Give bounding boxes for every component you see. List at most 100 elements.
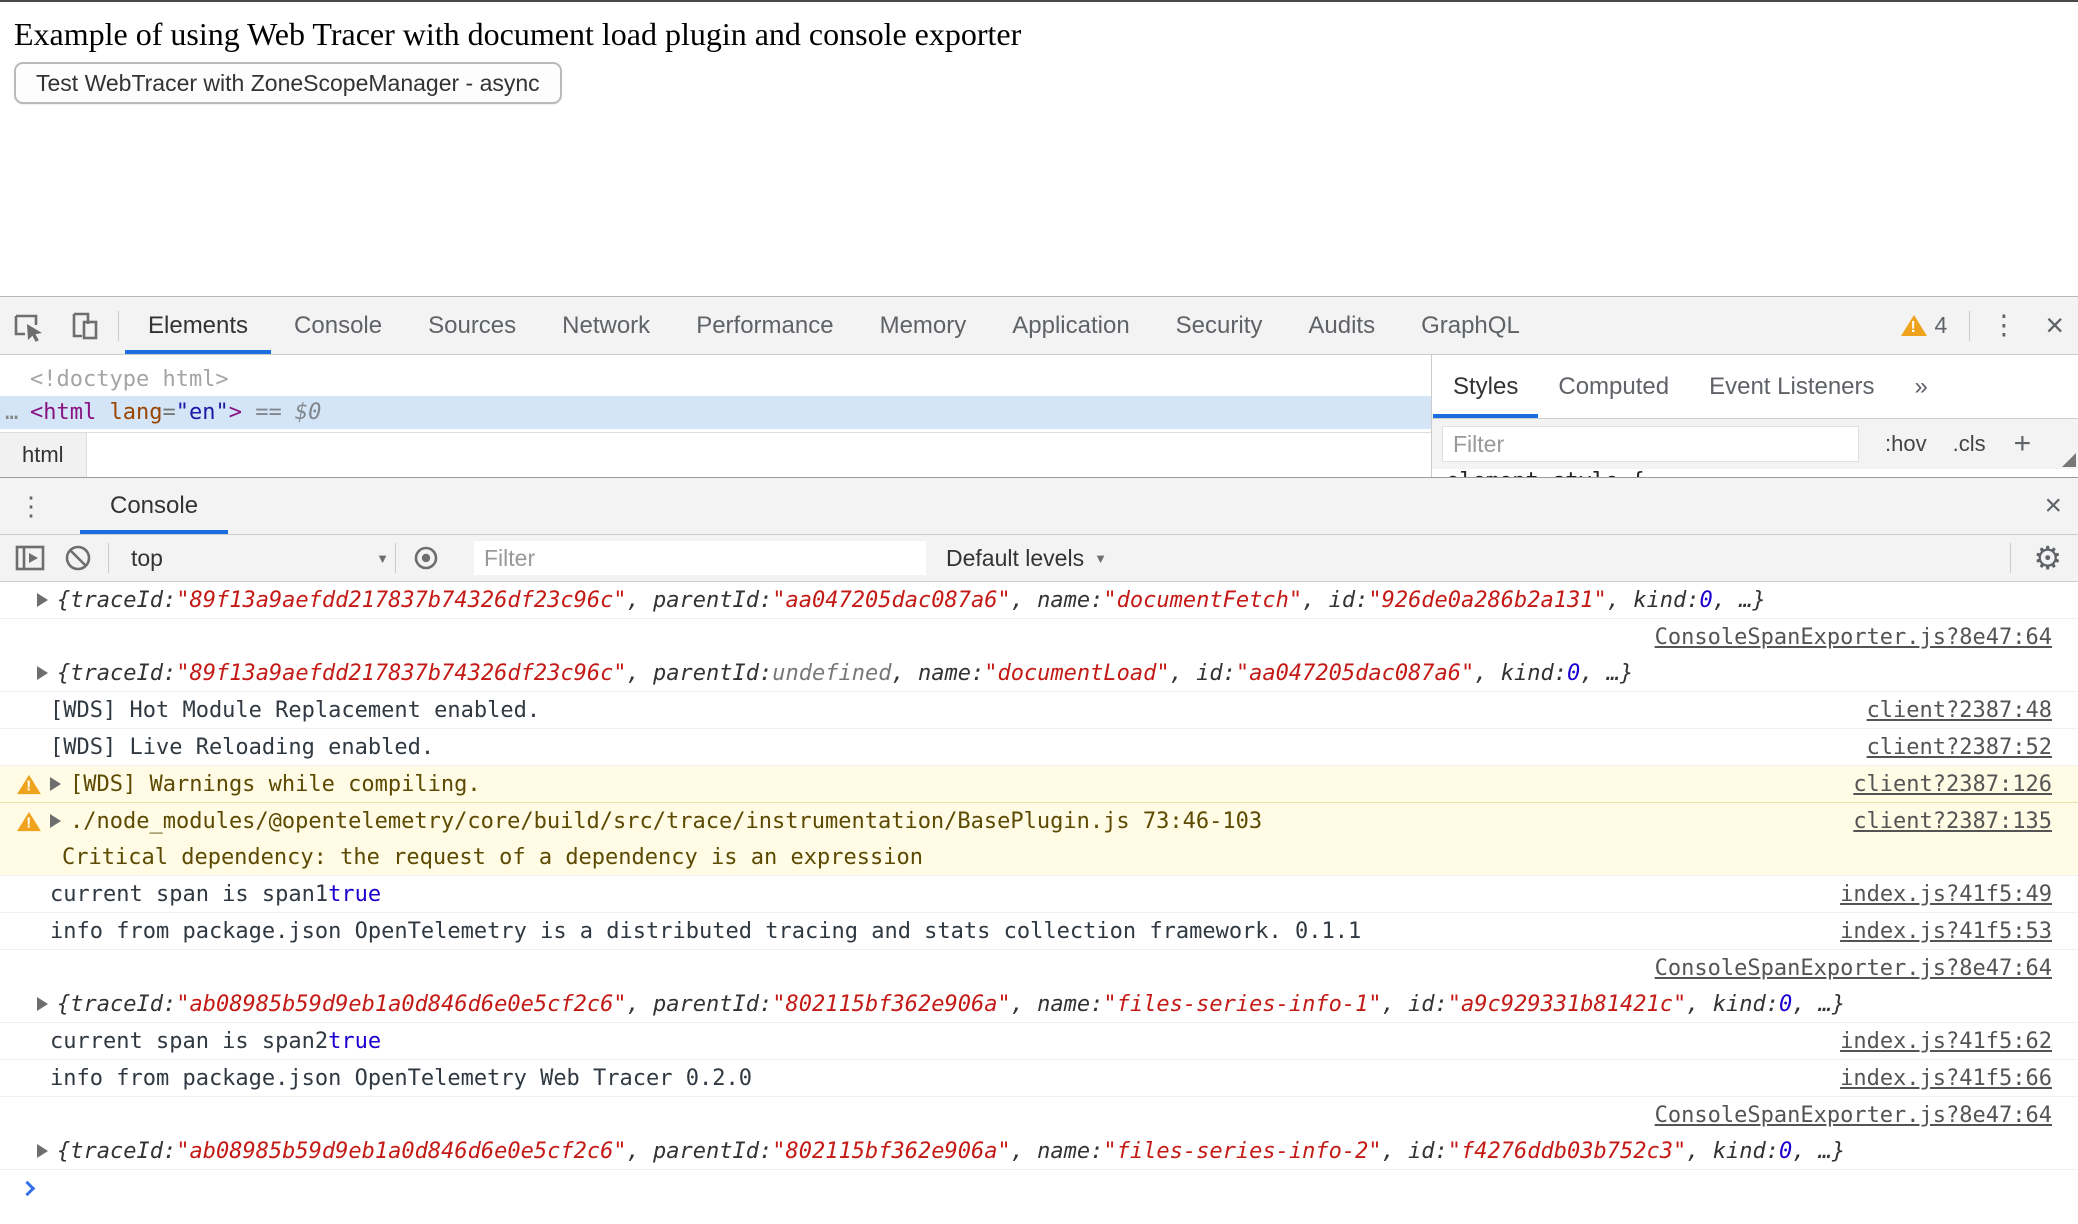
frame-context-select[interactable]: top ▼ <box>131 545 389 572</box>
log-levels-select[interactable]: Default levels ▼ <box>946 545 1107 572</box>
warning-icon <box>1901 314 1927 337</box>
message-text: info from package.json OpenTelemetry Web… <box>50 1066 752 1091</box>
message-text: "aa047205dac087a6" <box>1236 661 1474 686</box>
devtools-close-icon[interactable]: × <box>2031 307 2078 344</box>
console-prompt[interactable] <box>0 1170 2078 1206</box>
source-location-link[interactable]: ConsoleSpanExporter.js?8e47:64 <box>1625 625 2052 650</box>
message-text: "802115bf362e906a" <box>772 1139 1010 1164</box>
console-drawer-header: ⋮ Console × <box>0 478 2078 535</box>
styles-filter-row: :hov .cls + <box>1432 419 2078 469</box>
console-message-line: current span is span2 trueindex.js?41f5:… <box>0 1023 2078 1059</box>
tab-elements[interactable]: Elements <box>125 297 271 354</box>
message-text: , name: <box>891 661 984 686</box>
styles-tab--[interactable]: » <box>1895 355 1948 418</box>
expand-caret-icon[interactable] <box>50 814 61 828</box>
tab-performance[interactable]: Performance <box>673 297 856 354</box>
toggle-class-button[interactable]: .cls <box>1953 431 1986 457</box>
styles-tab-computed[interactable]: Computed <box>1538 355 1689 418</box>
source-location-link[interactable]: client?2387:126 <box>1823 772 2052 797</box>
console-message-line: [WDS] Warnings while compiling.client?23… <box>0 766 2078 802</box>
tab-sources[interactable]: Sources <box>405 297 539 354</box>
device-toolbar-icon[interactable] <box>56 298 112 354</box>
styles-tab-styles[interactable]: Styles <box>1433 355 1538 418</box>
message-text: [WDS] Live Reloading enabled. <box>50 735 434 760</box>
warning-icon <box>17 810 41 831</box>
expand-caret-icon[interactable] <box>37 593 48 607</box>
message-text: , name: <box>1011 992 1104 1017</box>
tab-graphql[interactable]: GraphQL <box>1398 297 1543 354</box>
test-webtracer-button[interactable]: Test WebTracer with ZoneScopeManager - a… <box>14 62 562 104</box>
source-location-link[interactable]: client?2387:48 <box>1837 698 2052 723</box>
styles-filter-input[interactable] <box>1442 426 1859 462</box>
console-message: ./node_modules/@opentelemetry/core/build… <box>0 803 2078 876</box>
message-text: , …} <box>1792 1139 1845 1164</box>
dom-node-html-selected[interactable]: … <html lang="en"> == $0 <box>0 396 1431 429</box>
expand-caret-icon[interactable] <box>37 666 48 680</box>
styles-tab-event-listeners[interactable]: Event Listeners <box>1689 355 1894 418</box>
clear-console-icon[interactable] <box>62 542 94 574</box>
tab-network[interactable]: Network <box>539 297 673 354</box>
message-text: "aa047205dac087a6" <box>772 588 1010 613</box>
resize-corner-icon[interactable] <box>2062 453 2076 467</box>
tab-memory[interactable]: Memory <box>857 297 990 354</box>
console-message-line: [WDS] Live Reloading enabled. client?2387… <box>0 729 2078 765</box>
source-location-link[interactable]: index.js?41f5:66 <box>1810 1066 2052 1091</box>
tabbar-divider <box>118 311 119 341</box>
dom-node-doctype[interactable]: <!doctype html> <box>0 363 1431 396</box>
tab-audits[interactable]: Audits <box>1285 297 1398 354</box>
console-filter-input[interactable] <box>474 541 926 575</box>
console-message-line: Critical dependency: the request of a de… <box>0 839 2078 875</box>
tab-console-drawer[interactable]: Console <box>80 478 228 534</box>
console-message-line: {traceId: "89f13a9aefdd217837b74326df23c… <box>0 655 2078 691</box>
source-location-link[interactable]: index.js?41f5:62 <box>1810 1029 2052 1054</box>
console-messages: {traceId: "89f13a9aefdd217837b74326df23c… <box>0 582 2078 1224</box>
console-sidebar-toggle-icon[interactable] <box>14 543 46 573</box>
console-settings-gear-icon[interactable]: ⚙ <box>2017 539 2078 577</box>
chevron-down-icon: ▼ <box>1094 551 1107 566</box>
console-message-line: {traceId: "ab08985b59d9eb1a0d846d6e0e5cf… <box>0 986 2078 1022</box>
console-message-line: [WDS] Hot Module Replacement enabled.cli… <box>0 692 2078 728</box>
message-text: , id: <box>1382 992 1448 1017</box>
console-message-line: current span is span1 trueindex.js?41f5:… <box>0 876 2078 912</box>
expand-caret-icon[interactable] <box>37 997 48 1011</box>
toolbar-divider <box>108 543 109 573</box>
source-location-link[interactable]: ConsoleSpanExporter.js?8e47:64 <box>1625 956 2052 981</box>
chevron-down-icon: ▼ <box>376 551 389 566</box>
tab-security[interactable]: Security <box>1153 297 1286 354</box>
source-location-link[interactable]: client?2387:52 <box>1837 735 2052 760</box>
devtools-menu-icon[interactable]: ⋮ <box>1976 310 2031 341</box>
tab-application[interactable]: Application <box>989 297 1152 354</box>
message-text: , name: <box>1011 588 1104 613</box>
source-location-link[interactable]: client?2387:135 <box>1823 809 2052 834</box>
expand-caret-icon[interactable] <box>37 1144 48 1158</box>
collapsed-ellipsis[interactable]: … <box>5 396 18 429</box>
live-expression-eye-icon[interactable] <box>410 542 442 574</box>
drawer-close-icon[interactable]: × <box>2028 489 2078 523</box>
message-text: {traceId: <box>57 588 176 613</box>
message-text: Critical dependency: the request of a de… <box>62 845 923 870</box>
styles-tabs: StylesComputedEvent Listeners» <box>1432 355 2078 419</box>
source-location-link[interactable]: index.js?41f5:53 <box>1810 919 2052 944</box>
console-message: ConsoleSpanExporter.js?8e47:64 {traceId: … <box>0 1097 2078 1170</box>
breadcrumb-html[interactable]: html <box>0 433 87 477</box>
source-location-link[interactable]: ConsoleSpanExporter.js?8e47:64 <box>1625 1103 2052 1128</box>
console-message-line: {traceId: "ab08985b59d9eb1a0d846d6e0e5cf… <box>0 1133 2078 1169</box>
message-text: , …} <box>1580 661 1633 686</box>
message-text: "89f13a9aefdd217837b74326df23c96c" <box>176 661 626 686</box>
expand-caret-icon[interactable] <box>50 777 61 791</box>
warning-icon <box>17 773 41 794</box>
prompt-chevron-icon <box>20 1180 36 1196</box>
inspect-element-icon[interactable] <box>0 298 56 354</box>
warnings-badge[interactable]: 4 <box>1901 312 1948 339</box>
tab-console[interactable]: Console <box>271 297 405 354</box>
drawer-menu-icon[interactable]: ⋮ <box>0 491 64 522</box>
message-text: , …} <box>1713 588 1766 613</box>
source-location-link[interactable]: index.js?41f5:49 <box>1810 882 2052 907</box>
message-text: , parentId: <box>627 1139 773 1164</box>
console-message: current span is span1 trueindex.js?41f5:… <box>0 876 2078 913</box>
message-text: {traceId: <box>57 1139 176 1164</box>
message-text: "files-series-info-1" <box>1103 992 1381 1017</box>
toggle-hover-state-button[interactable]: :hov <box>1885 431 1927 457</box>
message-text: "802115bf362e906a" <box>772 992 1010 1017</box>
new-style-rule-button[interactable]: + <box>2014 427 2032 461</box>
